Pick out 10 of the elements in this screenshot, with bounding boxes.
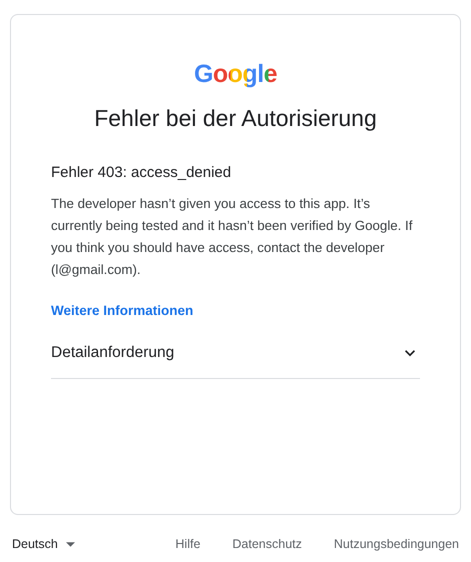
footer-link[interactable]: Hilfe <box>175 537 200 551</box>
language-selector[interactable]: Deutsch <box>12 537 75 551</box>
more-info-link[interactable]: Weitere Informationen <box>51 301 194 321</box>
page-title: Fehler bei der Autorisierung <box>94 104 377 133</box>
error-message: The developer hasn’t given you access to this app. It’s currently being tested and it hasn’t been verified by Google. If you think you should have access, contact the developer (l@gmail.com). <box>51 195 414 279</box>
footer-link[interactable]: Nutzungsbedingungen <box>334 537 459 551</box>
error-heading: Fehler 403: access_denied <box>51 163 232 183</box>
footer-link[interactable]: Datenschutz <box>232 537 302 551</box>
caret-icon <box>66 542 75 546</box>
details-toggle[interactable]: Detailanforderung <box>51 333 420 378</box>
